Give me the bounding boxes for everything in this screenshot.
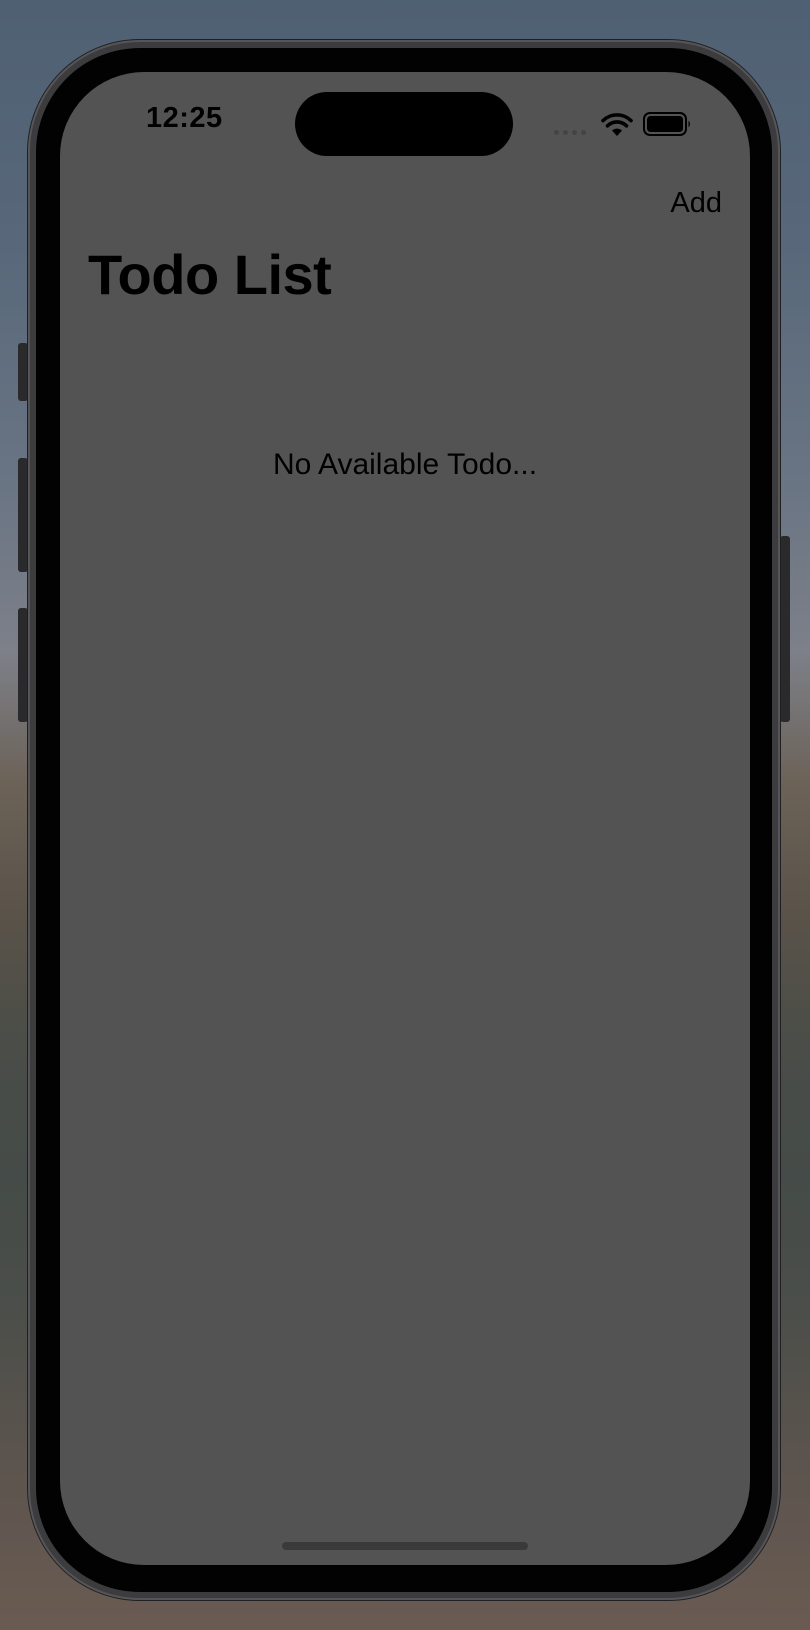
action-button	[18, 343, 28, 401]
empty-state-message: No Available Todo...	[272, 448, 538, 481]
signal-dots-icon	[554, 130, 590, 138]
status-time: 12:25	[146, 102, 223, 134]
phone-screen: 12:25 Add Todo List No Available Todo...	[60, 72, 750, 1565]
wifi-icon	[601, 113, 633, 136]
battery-icon	[643, 112, 690, 136]
volume-up-button	[18, 458, 28, 572]
volume-down-button	[18, 608, 28, 722]
page-title: Todo List	[88, 243, 332, 306]
dynamic-island	[295, 92, 513, 156]
power-button	[780, 536, 790, 722]
add-button[interactable]: Add	[670, 187, 722, 220]
home-indicator[interactable]	[282, 1542, 528, 1550]
